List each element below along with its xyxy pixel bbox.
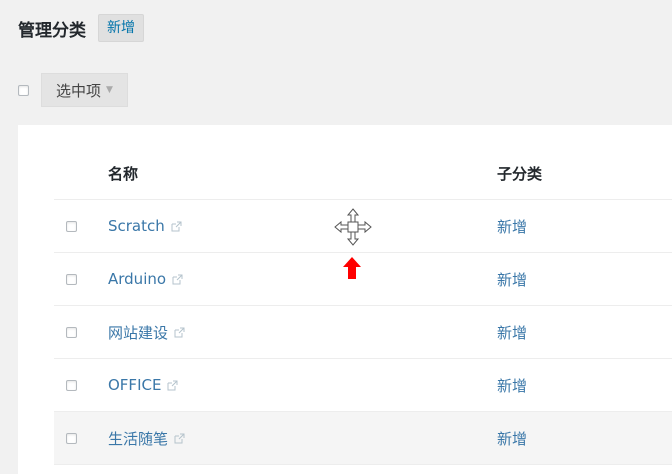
add-subcategory-link[interactable]: 新增 — [497, 324, 527, 342]
external-link-icon[interactable] — [174, 433, 185, 444]
table-row: 网站建设 新增 — [54, 306, 672, 359]
category-name-link[interactable]: OFFICE — [108, 376, 161, 394]
category-name-link[interactable]: Arduino — [108, 270, 166, 288]
row-checkbox[interactable] — [66, 273, 77, 285]
table-row: 生活随笔 新增 — [54, 412, 672, 465]
external-link-icon[interactable] — [171, 221, 182, 232]
chevron-down-icon: ▼ — [106, 85, 113, 95]
add-new-button[interactable]: 新增 — [98, 14, 144, 42]
external-link-icon[interactable] — [167, 380, 178, 391]
add-subcategory-link[interactable]: 新增 — [497, 218, 527, 236]
bulk-actions-bar: 选中项 ▼ — [18, 73, 128, 107]
external-link-icon[interactable] — [172, 274, 183, 285]
category-name-link[interactable]: 生活随笔 — [108, 428, 168, 449]
external-link-icon[interactable] — [174, 327, 185, 338]
table-header-row: 名称 子分类 — [54, 147, 672, 200]
column-header-name: 名称 — [108, 164, 139, 183]
category-name-link[interactable]: Scratch — [108, 217, 165, 235]
up-arrow-icon — [343, 257, 361, 279]
table-row: Arduino 新增 — [54, 253, 672, 306]
move-cursor-icon — [334, 208, 372, 246]
add-subcategory-link[interactable]: 新增 — [497, 271, 527, 289]
category-name-link[interactable]: 网站建设 — [108, 322, 168, 343]
add-subcategory-link[interactable]: 新增 — [497, 377, 527, 395]
table-row: OFFICE 新增 — [54, 359, 672, 412]
page-header: 管理分类 新增 — [18, 14, 144, 42]
row-checkbox[interactable] — [66, 432, 77, 444]
column-header-subcategory: 子分类 — [497, 164, 543, 183]
row-checkbox[interactable] — [66, 220, 77, 232]
bulk-action-select[interactable]: 选中项 ▼ — [41, 73, 128, 107]
row-checkbox[interactable] — [66, 326, 77, 338]
category-panel: 名称 子分类 Scratch 新增 Arduino 新增 网站建设 新增 OFF… — [18, 125, 672, 474]
page-title: 管理分类 — [18, 20, 86, 41]
select-all-checkbox[interactable] — [18, 84, 29, 96]
category-table: 名称 子分类 Scratch 新增 Arduino 新增 网站建设 新增 OFF… — [54, 147, 672, 465]
row-checkbox[interactable] — [66, 379, 77, 391]
add-subcategory-link[interactable]: 新增 — [497, 430, 527, 448]
bulk-action-label: 选中项 — [56, 81, 102, 100]
